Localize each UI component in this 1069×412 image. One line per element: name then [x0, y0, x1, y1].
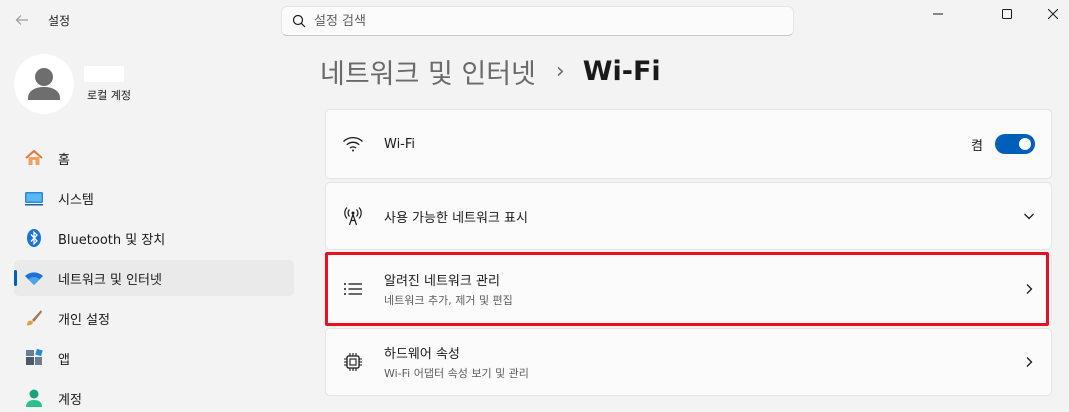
system-icon — [24, 188, 44, 208]
close-button[interactable] — [1030, 0, 1069, 28]
maximize-button[interactable] — [984, 0, 1030, 28]
sidebar-item-label: 계정 — [58, 392, 82, 408]
breadcrumb-parent-link[interactable]: 네트워크 및 인터넷 — [320, 52, 536, 91]
sidebar-item-label: 시스템 — [58, 192, 94, 208]
app-title: 설정 — [48, 14, 71, 28]
expand-control[interactable] — [1023, 210, 1035, 222]
close-icon — [1048, 9, 1058, 19]
sidebar-item-accounts[interactable]: 계정 — [14, 380, 294, 412]
wifi-toggle-card[interactable]: Wi-Fi 켬 — [325, 109, 1052, 179]
wifi-toggle-group: 켬 — [971, 134, 1035, 154]
chevron-right-icon — [1026, 357, 1033, 367]
known-networks-title: 알려진 네트워크 관리 — [384, 274, 500, 289]
back-arrow-icon — [15, 15, 28, 25]
sidebar-item-label: 개인 설정 — [58, 312, 110, 328]
back-button[interactable] — [10, 8, 34, 32]
apps-icon — [24, 348, 44, 368]
sidebar-item-network[interactable]: 네트워크 및 인터넷 — [14, 260, 294, 296]
hardware-properties-title: 하드웨어 속성 — [384, 347, 460, 362]
wifi-toggle-switch[interactable] — [995, 134, 1035, 154]
page-title: Wi-Fi — [582, 56, 661, 87]
user-profile[interactable]: 로컬 계정 — [14, 54, 294, 116]
antenna-icon — [342, 205, 364, 227]
home-icon — [24, 148, 44, 168]
sidebar-item-label: 네트워크 및 인터넷 — [58, 272, 162, 288]
account-type: 로컬 계정 — [87, 89, 131, 102]
wifi-card-title: Wi-Fi — [384, 136, 416, 152]
network-wifi-icon — [24, 268, 44, 288]
profile-name-redacted — [84, 66, 124, 82]
manage-known-networks-card[interactable]: 알려진 네트워크 관리 네트워크 추가, 제거 및 편집 — [325, 254, 1052, 324]
known-networks-subtitle: 네트워크 추가, 제거 및 편집 — [384, 294, 513, 307]
hardware-properties-card[interactable]: 하드웨어 속성 Wi-Fi 어댑터 속성 보기 및 관리 — [325, 328, 1052, 396]
list-icon — [342, 278, 364, 300]
available-networks-text: 사용 가능한 네트워크 표시 — [384, 207, 528, 226]
hardware-properties-text: 하드웨어 속성 Wi-Fi 어댑터 속성 보기 및 관리 — [384, 343, 529, 381]
avatar — [14, 54, 74, 114]
chevron-down-icon — [1024, 213, 1034, 220]
chevron-right-icon — [1026, 284, 1033, 294]
chip-icon — [342, 351, 364, 373]
minimize-button[interactable] — [915, 0, 961, 28]
sidebar-item-label: Bluetooth 및 장치 — [58, 232, 166, 248]
available-networks-card[interactable]: 사용 가능한 네트워크 표시 — [325, 182, 1052, 250]
breadcrumb-separator: › — [555, 59, 565, 84]
maximize-icon — [1002, 9, 1012, 19]
bluetooth-icon — [24, 228, 44, 248]
navigate-control — [1023, 283, 1035, 295]
sidebar-item-apps[interactable]: 앱 — [14, 340, 294, 376]
account-icon — [24, 388, 44, 408]
title-bar: 설정 — [0, 0, 1069, 40]
minimize-icon — [933, 13, 943, 15]
toggle-state-label: 켬 — [971, 138, 983, 154]
sidebar-item-label: 홈 — [58, 152, 70, 168]
user-avatar-icon — [28, 68, 60, 100]
known-networks-text: 알려진 네트워크 관리 네트워크 추가, 제거 및 편집 — [384, 270, 513, 308]
sidebar-nav: 홈 시스템 Bluetooth 및 장치 네트워크 및 인터넷 개인 설정 앱 … — [14, 140, 294, 412]
sidebar-item-system[interactable]: 시스템 — [14, 180, 294, 216]
sidebar-item-personalization[interactable]: 개인 설정 — [14, 300, 294, 336]
sidebar-item-label: 앱 — [58, 352, 70, 368]
brush-icon — [24, 308, 44, 328]
navigate-control — [1023, 356, 1035, 368]
wifi-card-text: Wi-Fi — [384, 137, 415, 152]
sidebar-item-bluetooth[interactable]: Bluetooth 및 장치 — [14, 220, 294, 256]
sidebar-item-home[interactable]: 홈 — [14, 140, 294, 176]
search-icon — [292, 14, 306, 28]
search-box[interactable] — [281, 6, 794, 36]
hardware-properties-subtitle: Wi-Fi 어댑터 속성 보기 및 관리 — [384, 367, 529, 380]
search-input[interactable] — [314, 13, 754, 29]
wifi-icon — [342, 133, 364, 155]
breadcrumb: 네트워크 및 인터넷 › Wi-Fi — [320, 52, 661, 91]
available-networks-title: 사용 가능한 네트워크 표시 — [384, 210, 528, 226]
